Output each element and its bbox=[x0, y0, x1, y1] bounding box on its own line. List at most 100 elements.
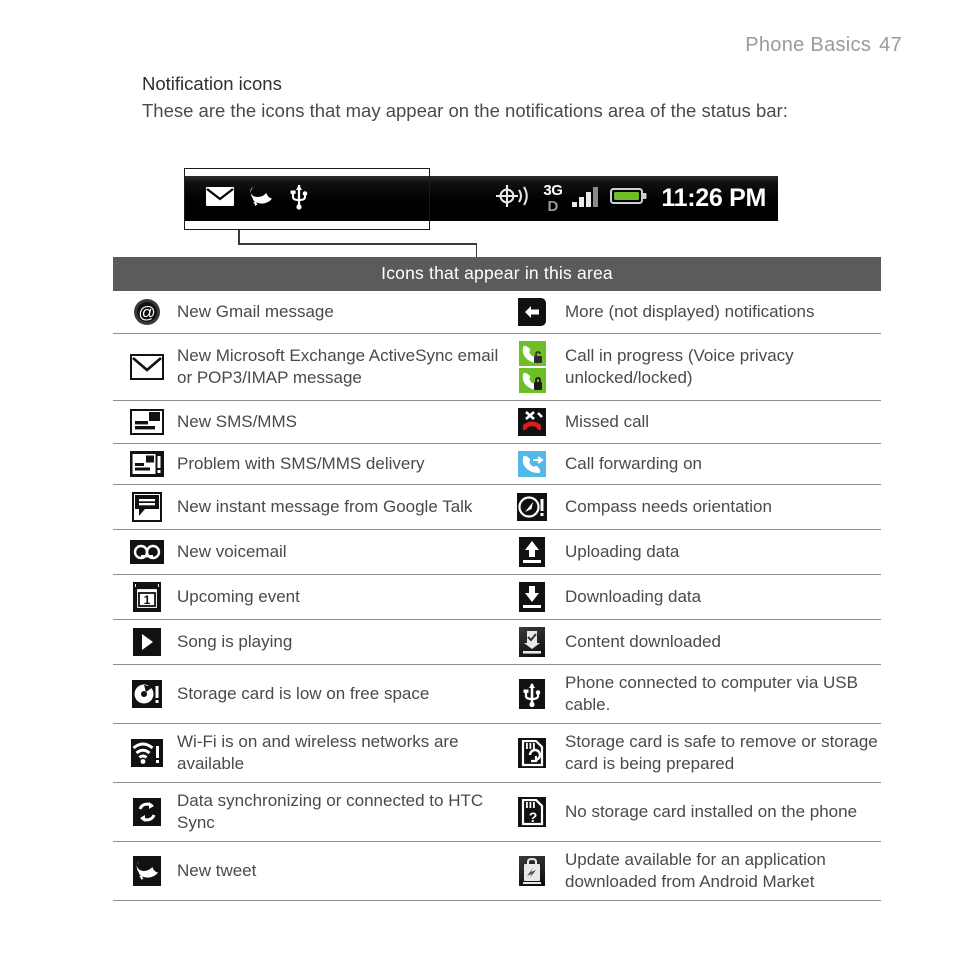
svg-text:@: @ bbox=[138, 303, 155, 322]
twitter-bird-icon bbox=[248, 183, 276, 214]
table-row: Song is playing Content downloaded bbox=[113, 620, 881, 665]
status-bar-clock: 11:26 PM bbox=[661, 184, 766, 212]
row-label: Storage card is low on free space bbox=[177, 684, 430, 703]
book-section-label: Phone Basics bbox=[745, 34, 872, 56]
at-sign-icon: @ bbox=[124, 298, 170, 326]
row-label: Content downloaded bbox=[565, 632, 721, 651]
table-header-bar: Icons that appear in this area bbox=[113, 257, 881, 291]
table-cell-left: New SMS/MMS bbox=[113, 401, 509, 443]
sms-problem-icon bbox=[124, 451, 170, 477]
table-row: New instant message from Google Talk Com… bbox=[113, 485, 881, 530]
more-notifications-icon bbox=[509, 298, 555, 326]
row-label: No storage card installed on the phone bbox=[565, 802, 858, 821]
battery-icon bbox=[610, 186, 648, 211]
table-cell-left: Song is playing bbox=[113, 620, 509, 664]
svg-text:?: ? bbox=[528, 809, 537, 825]
row-label: Problem with SMS/MMS delivery bbox=[177, 454, 425, 473]
sync-icon bbox=[124, 798, 170, 826]
voicemail-icon bbox=[124, 540, 170, 564]
content-downloaded-icon bbox=[509, 627, 555, 657]
table-cell-right: Uploading data bbox=[509, 530, 881, 574]
row-label: New instant message from Google Talk bbox=[177, 497, 473, 516]
row-label: New Gmail message bbox=[177, 302, 334, 321]
call-in-progress-privacy-icon bbox=[509, 341, 555, 393]
table-row: Storage card is low on free space Phone … bbox=[113, 665, 881, 724]
row-label: Upcoming event bbox=[177, 587, 300, 606]
table-cell-right: Downloading data bbox=[509, 575, 881, 619]
table-cell-right: Update available for an application down… bbox=[509, 842, 881, 900]
table-cell-right: Phone connected to computer via USB cabl… bbox=[509, 665, 881, 723]
row-label: Downloading data bbox=[565, 587, 702, 606]
table-cell-right: ? No storage card installed on the phone bbox=[509, 783, 881, 841]
status-bar-left-icons bbox=[184, 176, 311, 221]
running-header: Phone Basics 47 bbox=[745, 34, 902, 57]
mail-envelope-icon bbox=[124, 354, 170, 380]
table-cell-left: New Microsoft Exchange ActiveSync email … bbox=[113, 334, 509, 400]
music-play-icon bbox=[124, 628, 170, 656]
callout-leader-line-segment bbox=[238, 243, 477, 245]
sd-card-missing-icon: ? bbox=[509, 797, 555, 827]
usb-connected-icon bbox=[509, 679, 555, 709]
table-cell-right: More (not displayed) notifications bbox=[509, 291, 881, 333]
row-label: New SMS/MMS bbox=[177, 412, 297, 431]
svg-text:1: 1 bbox=[144, 593, 151, 607]
table-row: Wi-Fi is on and wireless networks are av… bbox=[113, 724, 881, 783]
signal-bars-icon bbox=[571, 184, 601, 213]
table-row: New voicemail Uploading data bbox=[113, 530, 881, 575]
table-cell-left: New tweet bbox=[113, 842, 509, 900]
table-cell-left: Wi-Fi is on and wireless networks are av… bbox=[113, 724, 509, 782]
table-cell-right: Storage card is safe to remove or storag… bbox=[509, 724, 881, 782]
manual-page: Phone Basics 47 Notification icons These … bbox=[0, 0, 954, 954]
network-3g-d-icon: 3G D bbox=[543, 182, 563, 215]
upload-icon bbox=[509, 537, 555, 567]
row-label: New voicemail bbox=[177, 542, 287, 561]
app-update-icon bbox=[509, 856, 555, 886]
page-title: Notification icons bbox=[142, 73, 282, 94]
row-label: Wi-Fi is on and wireless networks are av… bbox=[177, 732, 459, 773]
twitter-bird-icon bbox=[124, 856, 170, 886]
network-data-label: D bbox=[547, 198, 559, 215]
table-cell-left: 1 Upcoming event bbox=[113, 575, 509, 619]
wifi-available-icon bbox=[124, 739, 170, 767]
table-row: New Microsoft Exchange ActiveSync email … bbox=[113, 334, 881, 401]
row-label: Call in progress (Voice privacy unlocked… bbox=[565, 346, 794, 387]
row-label: Uploading data bbox=[565, 542, 680, 561]
row-label: New Microsoft Exchange ActiveSync email … bbox=[177, 346, 499, 387]
sd-card-safe-icon bbox=[509, 738, 555, 768]
section-intro-text: These are the icons that may appear on t… bbox=[142, 100, 788, 121]
row-label: New tweet bbox=[177, 861, 257, 880]
table-cell-left: New instant message from Google Talk bbox=[113, 485, 509, 529]
row-label: Call forwarding on bbox=[565, 454, 703, 473]
compass-orientation-icon bbox=[509, 493, 555, 521]
row-label: Song is playing bbox=[177, 632, 293, 651]
notification-icons-table: Icons that appear in this area @ New Gma… bbox=[113, 257, 881, 901]
usb-icon bbox=[289, 183, 311, 215]
row-label: Data synchronizing or connected to HTC S… bbox=[177, 791, 484, 832]
network-type-label: 3G bbox=[543, 182, 563, 199]
row-label: Phone connected to computer via USB cabl… bbox=[565, 673, 858, 714]
status-bar-right-icons: 3G D 11:26 PM bbox=[492, 176, 778, 221]
call-forwarding-icon bbox=[509, 451, 555, 477]
table-row: @ New Gmail message More (not displayed)… bbox=[113, 291, 881, 334]
calendar-event-icon: 1 bbox=[124, 582, 170, 612]
table-row: Problem with SMS/MMS delivery Call forwa… bbox=[113, 444, 881, 485]
table-row: New tweet Update available for an applic… bbox=[113, 842, 881, 901]
table-cell-left: New voicemail bbox=[113, 530, 509, 574]
row-label: More (not displayed) notifications bbox=[565, 302, 815, 321]
table-cell-right: Call forwarding on bbox=[509, 444, 881, 484]
storage-low-icon bbox=[124, 680, 170, 708]
table-cell-left: Problem with SMS/MMS delivery bbox=[113, 444, 509, 484]
instant-message-icon bbox=[124, 492, 170, 522]
status-bar-illustration: 3G D 11:26 PM bbox=[184, 176, 778, 221]
page-number: 47 bbox=[879, 34, 902, 56]
download-icon bbox=[509, 582, 555, 612]
row-label: Compass needs orientation bbox=[565, 497, 772, 516]
row-label: Storage card is safe to remove or storag… bbox=[565, 732, 878, 773]
table-cell-left: Data synchronizing or connected to HTC S… bbox=[113, 783, 509, 841]
table-row: New SMS/MMS Missed call bbox=[113, 401, 881, 444]
table-cell-right: Call in progress (Voice privacy unlocked… bbox=[509, 334, 881, 400]
table-row: Data synchronizing or connected to HTC S… bbox=[113, 783, 881, 842]
row-label: Missed call bbox=[565, 412, 650, 431]
sms-message-icon bbox=[124, 409, 170, 435]
table-cell-right: Missed call bbox=[509, 401, 881, 443]
